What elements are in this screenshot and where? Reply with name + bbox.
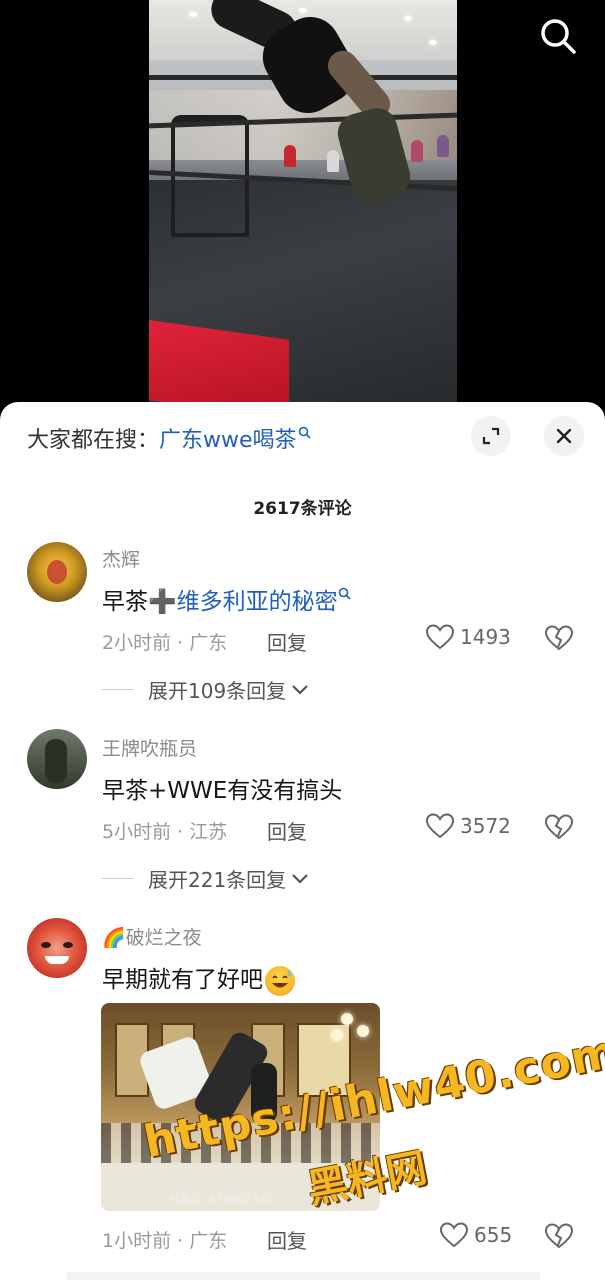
crowd-person <box>327 150 339 172</box>
comment-text: 早期就有了好吧 <box>102 960 295 996</box>
like-button[interactable]: 655 <box>440 1222 512 1248</box>
crowd-person <box>437 135 449 157</box>
like-button[interactable]: 1493 <box>426 624 511 650</box>
hot-search-keyword[interactable]: 广东wwe喝茶 <box>159 426 311 453</box>
like-button[interactable]: 3572 <box>426 813 511 839</box>
heart-icon <box>440 1222 468 1248</box>
avatar[interactable] <box>27 729 87 789</box>
heart-icon <box>426 624 454 650</box>
heart-icon <box>426 813 454 839</box>
comment-meta: 5小时前 · 江苏 <box>102 821 228 843</box>
hot-search-bar: 大家都在搜：广东wwe喝茶 <box>27 422 311 454</box>
search-icon <box>298 426 311 442</box>
search-icon <box>338 587 351 603</box>
hot-search-prefix: 大家都在搜： <box>27 428 160 453</box>
comment-username[interactable]: 🌈破烂之夜 <box>102 923 202 950</box>
ceiling-light <box>404 16 412 21</box>
reply-button[interactable]: 回复 <box>267 627 307 656</box>
ceiling-light <box>189 12 197 17</box>
like-count: 3572 <box>460 814 511 838</box>
search-icon <box>541 19 576 54</box>
crowd-person <box>284 145 296 167</box>
dislike-button[interactable] <box>544 814 575 844</box>
image-watermark: 抖音号: 63094233C <box>169 1193 273 1206</box>
expand-icon <box>482 427 500 445</box>
avatar[interactable] <box>27 918 87 978</box>
dislike-button[interactable] <box>544 1223 575 1253</box>
like-count: 1493 <box>460 625 511 649</box>
bottom-bar <box>66 1272 540 1280</box>
expand-replies-button[interactable]: 展开109条回复 <box>102 675 310 704</box>
dislike-button[interactable] <box>544 625 575 655</box>
broken-heart-icon <box>544 814 574 840</box>
avatar[interactable] <box>27 542 87 602</box>
chevron-down-icon <box>292 684 308 695</box>
video-frame[interactable] <box>149 0 457 410</box>
image-lamp <box>357 1025 369 1037</box>
comment-meta: 2小时前 · 广东 <box>102 632 228 654</box>
sweat-smile-emoji <box>265 965 295 996</box>
ceiling-light <box>429 40 437 45</box>
comment-sheet: 大家都在搜：广东wwe喝茶 2617条评论 杰辉 早茶➕维多利亚的秘密 2小时前… <box>0 402 605 1280</box>
expand-button[interactable] <box>471 416 511 456</box>
comment-username[interactable]: 杰辉 <box>102 545 140 572</box>
comment-text: 早茶➕维多利亚的秘密 <box>102 582 351 616</box>
reply-button[interactable]: 回复 <box>267 816 307 845</box>
comment-text: 早茶+WWE有没有搞头 <box>102 778 343 804</box>
divider <box>102 689 134 690</box>
comment-meta: 1小时前 · 广东 <box>102 1230 228 1252</box>
close-icon <box>556 428 572 444</box>
broken-heart-icon <box>544 625 574 651</box>
like-count: 655 <box>474 1223 513 1247</box>
comment-count: 2617条评论 <box>253 499 352 519</box>
ceiling-light <box>299 8 307 13</box>
search-button[interactable] <box>536 14 580 58</box>
image-lamp <box>331 1029 343 1041</box>
broken-heart-icon <box>544 1223 574 1249</box>
expand-replies-button[interactable]: 展开221条回复 <box>102 864 310 893</box>
comment-keyword-link[interactable]: 维多利亚的秘密 <box>177 589 338 615</box>
crowd-person <box>411 140 423 162</box>
comment-username[interactable]: 王牌吹瓶员 <box>102 734 197 761</box>
image-lamp <box>341 1013 353 1025</box>
reply-button[interactable]: 回复 <box>267 1225 307 1254</box>
video-player[interactable] <box>0 0 605 420</box>
divider <box>102 878 134 879</box>
chevron-down-icon <box>292 873 308 884</box>
close-button[interactable] <box>544 416 584 456</box>
